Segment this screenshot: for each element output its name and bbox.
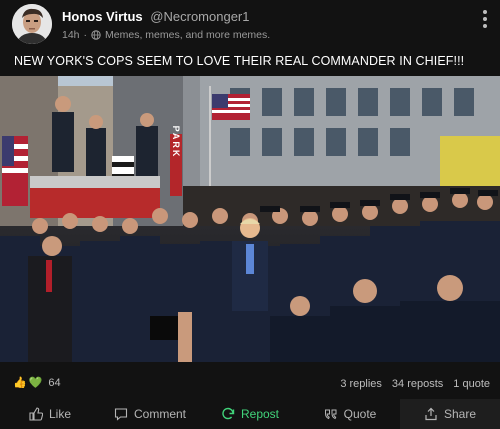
share-button[interactable]: Share — [400, 399, 500, 429]
reposts-count[interactable]: 34 reposts — [392, 378, 443, 390]
author-line: Honos Virtus @Necromonger1 — [62, 9, 249, 24]
comment-button[interactable]: Comment — [100, 399, 200, 429]
crowd-photo: PARK — [0, 76, 500, 362]
share-icon — [425, 407, 437, 421]
reactions-summary[interactable]: 👍 💚 64 — [13, 376, 61, 390]
engagement-counts: 3 replies 34 reposts 1 quote — [340, 378, 490, 390]
author-display-name[interactable]: Honos Virtus — [62, 9, 143, 24]
comment-icon — [114, 408, 128, 421]
post-actions: Like Comment Repost Quote Share — [0, 399, 500, 429]
post-time[interactable]: 14h — [62, 29, 80, 41]
repost-button[interactable]: Repost — [200, 399, 300, 429]
reaction-emoji-like: 👍 — [13, 377, 27, 389]
avatar-portrait — [12, 4, 52, 44]
post-audience[interactable]: Memes, memes, and more memes. — [105, 29, 270, 41]
globe-icon — [91, 30, 101, 40]
reaction-emoji-heart: 💚 — [28, 377, 43, 389]
post-text: NEW YORK'S COPS SEEM TO LOVE THEIR REAL … — [14, 54, 465, 68]
storefront-sign: PARK — [171, 126, 181, 159]
like-button[interactable]: Like — [0, 399, 100, 429]
repost-icon — [222, 407, 235, 420]
post-stats: 👍 💚 64 3 replies 34 reposts 1 quote — [0, 374, 500, 396]
avatar[interactable] — [12, 4, 52, 44]
quotes-count[interactable]: 1 quote — [453, 378, 490, 390]
meta-separator: · — [83, 29, 88, 41]
more-options-icon[interactable] — [482, 10, 488, 28]
share-label: Share — [443, 407, 477, 421]
reactions-count: 64 — [48, 376, 61, 389]
like-label: Like — [48, 407, 71, 421]
repost-label: Repost — [240, 407, 280, 421]
post-header: Honos Virtus @Necromonger1 14h · Memes, … — [0, 0, 500, 48]
post-image[interactable]: PARK — [0, 76, 500, 362]
replies-count[interactable]: 3 replies — [340, 378, 382, 390]
post-meta: 14h · Memes, memes, and more memes. — [62, 29, 270, 41]
comment-label: Comment — [133, 407, 186, 421]
like-icon — [29, 407, 43, 421]
quote-button[interactable]: Quote — [300, 399, 400, 429]
quote-icon — [324, 409, 337, 420]
author-handle[interactable]: @Necromonger1 — [150, 9, 249, 24]
quote-label: Quote — [343, 407, 377, 421]
